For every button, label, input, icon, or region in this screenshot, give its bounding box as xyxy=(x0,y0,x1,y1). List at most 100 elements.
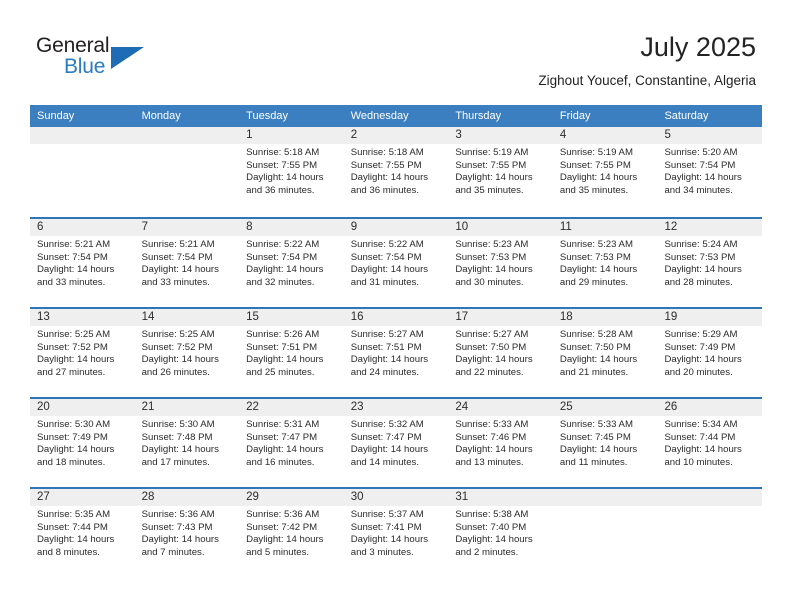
sunrise-text: Sunrise: 5:36 AM xyxy=(246,509,320,520)
day-number: 31 xyxy=(448,489,553,506)
day-details: Sunrise: 5:36 AM Sunset: 7:42 PM Daylight:… xyxy=(239,506,344,559)
day-details: Sunrise: 5:27 AM Sunset: 7:50 PM Daylight:… xyxy=(448,326,553,379)
day-cell-empty xyxy=(552,489,658,577)
day-details: Sunrise: 5:24 AM Sunset: 7:53 PM Daylight:… xyxy=(657,236,762,289)
sunset-text: Sunset: 7:41 PM xyxy=(350,521,422,533)
day-cell[interactable]: 17 Sunrise: 5:27 AM Sunset: 7:50 PM Dayligh… xyxy=(448,309,553,397)
day-cell[interactable]: 22 Sunrise: 5:31 AM Sunset: 7:47 PM Dayligh… xyxy=(239,399,344,487)
day-cell-empty xyxy=(134,127,240,217)
day-details: Sunrise: 5:21 AM Sunset: 7:54 PM Daylight:… xyxy=(135,236,240,289)
daylight-text-line1: Daylight: 14 hours xyxy=(664,172,742,184)
sunrise-text: Sunrise: 5:24 AM xyxy=(664,239,738,250)
day-cell[interactable]: 26 Sunrise: 5:34 AM Sunset: 7:44 PM Dayligh… xyxy=(657,399,763,487)
daylight-text-line2: and 20 minutes. xyxy=(664,366,733,378)
day-number xyxy=(30,127,135,144)
sunset-text: Sunset: 7:40 PM xyxy=(455,521,527,533)
day-cell[interactable]: 18 Sunrise: 5:28 AM Sunset: 7:50 PM Dayligh… xyxy=(552,309,658,397)
day-details: Sunrise: 5:33 AM Sunset: 7:45 PM Daylight:… xyxy=(553,416,658,469)
logo-text-blue: Blue xyxy=(64,55,106,78)
sunrise-text: Sunrise: 5:22 AM xyxy=(350,239,424,250)
day-number: 12 xyxy=(657,219,763,236)
day-cell[interactable]: 13 Sunrise: 5:25 AM Sunset: 7:52 PM Dayligh… xyxy=(30,309,135,397)
day-details: Sunrise: 5:22 AM Sunset: 7:54 PM Daylight:… xyxy=(344,236,449,289)
day-cell[interactable]: 29 Sunrise: 5:36 AM Sunset: 7:42 PM Dayligh… xyxy=(239,489,344,577)
weekday-header-wednesday: Wednesday xyxy=(350,110,409,122)
sunrise-text: Sunrise: 5:21 AM xyxy=(141,239,215,250)
sunrise-text: Sunrise: 5:25 AM xyxy=(141,329,215,340)
day-cell[interactable]: 14 Sunrise: 5:25 AM Sunset: 7:52 PM Dayligh… xyxy=(134,309,240,397)
weekday-header-thursday: Thursday xyxy=(455,110,502,122)
daylight-text-line1: Daylight: 14 hours xyxy=(350,534,429,546)
sunset-text: Sunset: 7:46 PM xyxy=(455,431,527,443)
day-number: 4 xyxy=(552,127,658,144)
daylight-text-line1: Daylight: 14 hours xyxy=(141,444,219,456)
day-cell[interactable]: 21 Sunrise: 5:30 AM Sunset: 7:48 PM Dayligh… xyxy=(134,399,240,487)
day-details: Sunrise: 5:36 AM Sunset: 7:43 PM Daylight:… xyxy=(135,506,240,559)
day-cell[interactable]: 12 Sunrise: 5:24 AM Sunset: 7:53 PM Dayligh… xyxy=(657,219,763,307)
day-cell[interactable]: 24 Sunrise: 5:33 AM Sunset: 7:46 PM Dayligh… xyxy=(448,399,553,487)
sunset-text: Sunset: 7:49 PM xyxy=(664,341,736,353)
general-blue-logo[interactable]: General Blue xyxy=(36,34,166,84)
day-details: Sunrise: 5:25 AM Sunset: 7:52 PM Daylight:… xyxy=(30,326,135,379)
day-details: Sunrise: 5:30 AM Sunset: 7:49 PM Daylight:… xyxy=(30,416,135,469)
daylight-text-line1: Daylight: 14 hours xyxy=(350,444,429,456)
day-cell[interactable]: 4 Sunrise: 5:19 AM Sunset: 7:55 PM Daylight… xyxy=(552,127,658,217)
day-cell[interactable]: 30 Sunrise: 5:37 AM Sunset: 7:41 PM Dayligh… xyxy=(343,489,449,577)
day-cell[interactable]: 19 Sunrise: 5:29 AM Sunset: 7:49 PM Dayligh… xyxy=(657,309,763,397)
day-cell[interactable]: 2 Sunrise: 5:18 AM Sunset: 7:55 PM Daylight… xyxy=(343,127,449,217)
sunset-text: Sunset: 7:44 PM xyxy=(37,521,108,533)
location-subtitle: Zighout Youcef, Constantine, Algeria xyxy=(538,73,756,88)
day-number: 14 xyxy=(134,309,240,326)
daylight-text-line2: and 8 minutes. xyxy=(37,546,100,558)
day-cell[interactable]: 20 Sunrise: 5:30 AM Sunset: 7:49 PM Dayligh… xyxy=(30,399,135,487)
day-cell[interactable]: 23 Sunrise: 5:32 AM Sunset: 7:47 PM Dayligh… xyxy=(343,399,449,487)
daylight-text-line2: and 33 minutes. xyxy=(141,276,210,288)
day-cell[interactable]: 7 Sunrise: 5:21 AM Sunset: 7:54 PM Daylight… xyxy=(134,219,240,307)
sunset-text: Sunset: 7:55 PM xyxy=(559,159,631,171)
day-cell[interactable]: 25 Sunrise: 5:33 AM Sunset: 7:45 PM Dayligh… xyxy=(552,399,658,487)
day-cell[interactable]: 31 Sunrise: 5:38 AM Sunset: 7:40 PM Dayligh… xyxy=(448,489,553,577)
day-cell[interactable]: 3 Sunrise: 5:19 AM Sunset: 7:55 PM Daylight… xyxy=(448,127,553,217)
sunrise-text: Sunrise: 5:33 AM xyxy=(455,419,529,430)
day-cell[interactable]: 5 Sunrise: 5:20 AM Sunset: 7:54 PM Daylight… xyxy=(657,127,763,217)
daylight-text-line1: Daylight: 14 hours xyxy=(37,444,115,456)
day-cell[interactable]: 8 Sunrise: 5:22 AM Sunset: 7:54 PM Daylight… xyxy=(239,219,344,307)
day-number: 1 xyxy=(239,127,344,144)
day-details: Sunrise: 5:33 AM Sunset: 7:46 PM Daylight:… xyxy=(448,416,553,469)
daylight-text-line1: Daylight: 14 hours xyxy=(455,534,533,546)
day-cell[interactable]: 11 Sunrise: 5:23 AM Sunset: 7:53 PM Dayligh… xyxy=(552,219,658,307)
day-cell[interactable]: 1 Sunrise: 5:18 AM Sunset: 7:55 PM Daylight… xyxy=(239,127,344,217)
day-cell[interactable]: 16 Sunrise: 5:27 AM Sunset: 7:51 PM Dayligh… xyxy=(343,309,449,397)
daylight-text-line1: Daylight: 14 hours xyxy=(141,354,219,366)
day-details: Sunrise: 5:18 AM Sunset: 7:55 PM Daylight:… xyxy=(239,144,344,197)
day-cell[interactable]: 9 Sunrise: 5:22 AM Sunset: 7:54 PM Daylight… xyxy=(343,219,449,307)
sunset-text: Sunset: 7:42 PM xyxy=(246,521,318,533)
day-cell[interactable]: 28 Sunrise: 5:36 AM Sunset: 7:43 PM Dayligh… xyxy=(134,489,240,577)
day-number xyxy=(657,489,763,506)
day-number: 19 xyxy=(657,309,763,326)
daylight-text-line2: and 2 minutes. xyxy=(455,546,519,558)
daylight-text-line2: and 22 minutes. xyxy=(455,366,524,378)
day-cell[interactable]: 6 Sunrise: 5:21 AM Sunset: 7:54 PM Daylight… xyxy=(30,219,135,307)
sunrise-text: Sunrise: 5:30 AM xyxy=(141,419,215,430)
triangle-icon xyxy=(111,47,144,69)
day-details: Sunrise: 5:35 AM Sunset: 7:44 PM Daylight:… xyxy=(30,506,135,559)
day-cell[interactable]: 27 Sunrise: 5:35 AM Sunset: 7:44 PM Dayligh… xyxy=(30,489,135,577)
sunrise-text: Sunrise: 5:23 AM xyxy=(559,239,633,250)
sunset-text: Sunset: 7:51 PM xyxy=(350,341,422,353)
day-cell[interactable]: 15 Sunrise: 5:26 AM Sunset: 7:51 PM Dayligh… xyxy=(239,309,344,397)
daylight-text-line1: Daylight: 14 hours xyxy=(37,264,115,276)
daylight-text-line1: Daylight: 14 hours xyxy=(559,444,638,456)
day-number: 16 xyxy=(343,309,449,326)
daylight-text-line2: and 28 minutes. xyxy=(664,276,733,288)
day-number: 23 xyxy=(343,399,449,416)
sunrise-text: Sunrise: 5:36 AM xyxy=(141,509,215,520)
day-details: Sunrise: 5:19 AM Sunset: 7:55 PM Daylight:… xyxy=(553,144,658,197)
day-cell[interactable]: 10 Sunrise: 5:23 AM Sunset: 7:53 PM Dayligh… xyxy=(448,219,553,307)
weekday-header-saturday: Saturday xyxy=(664,110,709,122)
daylight-text-line2: and 11 minutes. xyxy=(559,456,628,468)
sunrise-text: Sunrise: 5:18 AM xyxy=(246,147,320,158)
daylight-text-line2: and 18 minutes. xyxy=(37,456,106,468)
day-details: Sunrise: 5:21 AM Sunset: 7:54 PM Daylight:… xyxy=(30,236,135,289)
daylight-text-line1: Daylight: 14 hours xyxy=(350,172,429,184)
